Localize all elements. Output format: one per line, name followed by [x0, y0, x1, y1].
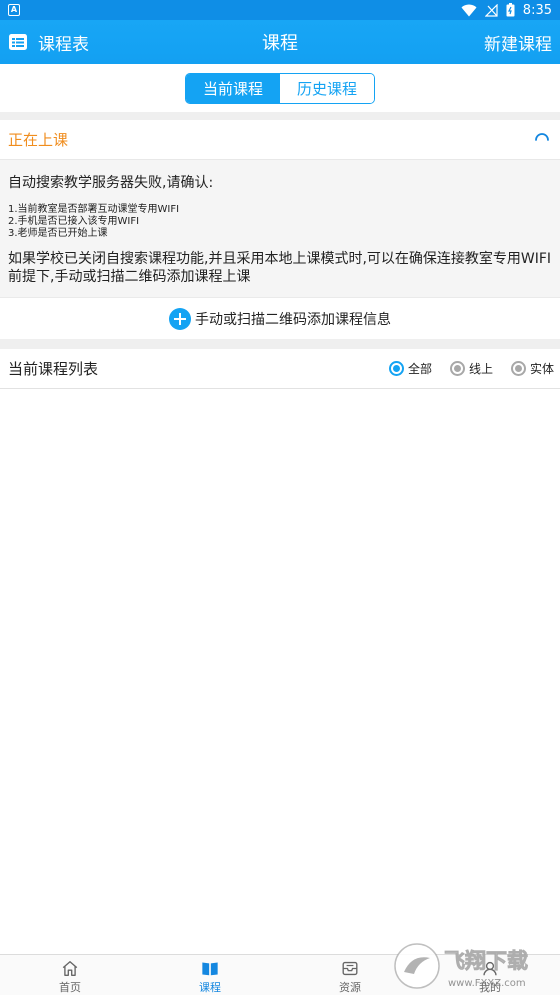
course-filter-group: 全部 线上 实体 [371, 360, 560, 377]
section-divider [0, 339, 560, 349]
add-course-button[interactable]: 手动或扫描二维码添加课程信息 [0, 297, 560, 339]
notice-checklist: 1.当前教室是否部署互动课堂专用WIFI 2.手机是否已接入该专用WIFI 3.… [8, 204, 552, 240]
status-icons: 8:35 [461, 3, 552, 18]
nav-profile[interactable]: 我的 [420, 955, 560, 995]
tab-current-courses[interactable]: 当前课程 [186, 73, 280, 103]
notification-a-icon: A [8, 4, 20, 16]
checklist-item: 2.手机是否已接入该专用WIFI [8, 216, 140, 227]
app-header: 课程表 课程 新建课程 [0, 20, 560, 64]
filter-physical-label: 实体 [529, 362, 554, 376]
nav-courses-label: 课程 [199, 981, 221, 994]
user-icon [483, 961, 497, 976]
radio-unchecked-icon [510, 361, 526, 376]
nav-home-label: 首页 [59, 981, 81, 994]
in-class-label: 正在上课 [8, 131, 69, 149]
book-icon [202, 962, 218, 976]
clock: 8:35 [522, 2, 552, 18]
timetable-icon [9, 34, 27, 50]
tab-history-courses[interactable]: 历史课程 [280, 73, 374, 103]
segment-container: 当前课程 历史课程 [0, 64, 560, 112]
nav-courses[interactable]: 课程 [140, 955, 280, 995]
checklist-item: 1.当前教室是否部署互动课堂专用WIFI [8, 204, 180, 215]
add-course-label: 手动或扫描二维码添加课程信息 [195, 311, 391, 328]
home-icon [62, 961, 78, 976]
bottom-navigation: 首页 课程 资源 我的 [0, 954, 560, 995]
filter-physical-radio[interactable]: 实体 [510, 360, 554, 377]
notice-headline: 自动搜索教学服务器失败,请确认: [8, 175, 214, 191]
radio-unchecked-icon [449, 361, 465, 376]
nav-resources[interactable]: 资源 [280, 955, 420, 995]
nav-resources-label: 资源 [339, 981, 361, 994]
course-list-header: 当前课程列表 全部 线上 实体 [0, 349, 560, 389]
course-list-title: 当前课程列表 [8, 360, 99, 378]
filter-all-label: 全部 [407, 362, 432, 376]
schedule-label: 课程表 [38, 34, 89, 55]
status-bar: A 8:35 [0, 0, 560, 20]
battery-icon [506, 3, 515, 17]
inbox-icon [342, 961, 358, 976]
section-divider [0, 112, 560, 120]
checklist-item: 3.老师是否已开始上课 [8, 228, 108, 239]
new-course-button[interactable]: 新建课程 [484, 30, 560, 55]
nav-profile-label: 我的 [479, 981, 501, 994]
nav-home[interactable]: 首页 [0, 955, 140, 995]
notice-paragraph: 如果学校已关闭自搜索课程功能,并且采用本地上课模式时,可以在确保连接教室专用WI… [8, 251, 552, 285]
radio-checked-icon [388, 361, 404, 376]
plus-circle-icon [169, 307, 191, 330]
filter-online-label: 线上 [468, 362, 493, 376]
course-tabs: 当前课程 历史课程 [185, 72, 375, 104]
wifi-icon [461, 4, 477, 16]
filter-online-radio[interactable]: 线上 [449, 360, 493, 377]
no-signal-icon [484, 3, 498, 17]
in-class-section: 正在上课 [0, 120, 560, 160]
loading-spinner-icon [535, 133, 549, 141]
schedule-button[interactable]: 课程表 [0, 20, 89, 64]
search-failure-notice: 自动搜索教学服务器失败,请确认: 1.当前教室是否部署互动课堂专用WIFI 2.… [0, 160, 560, 297]
filter-all-radio[interactable]: 全部 [388, 360, 432, 377]
